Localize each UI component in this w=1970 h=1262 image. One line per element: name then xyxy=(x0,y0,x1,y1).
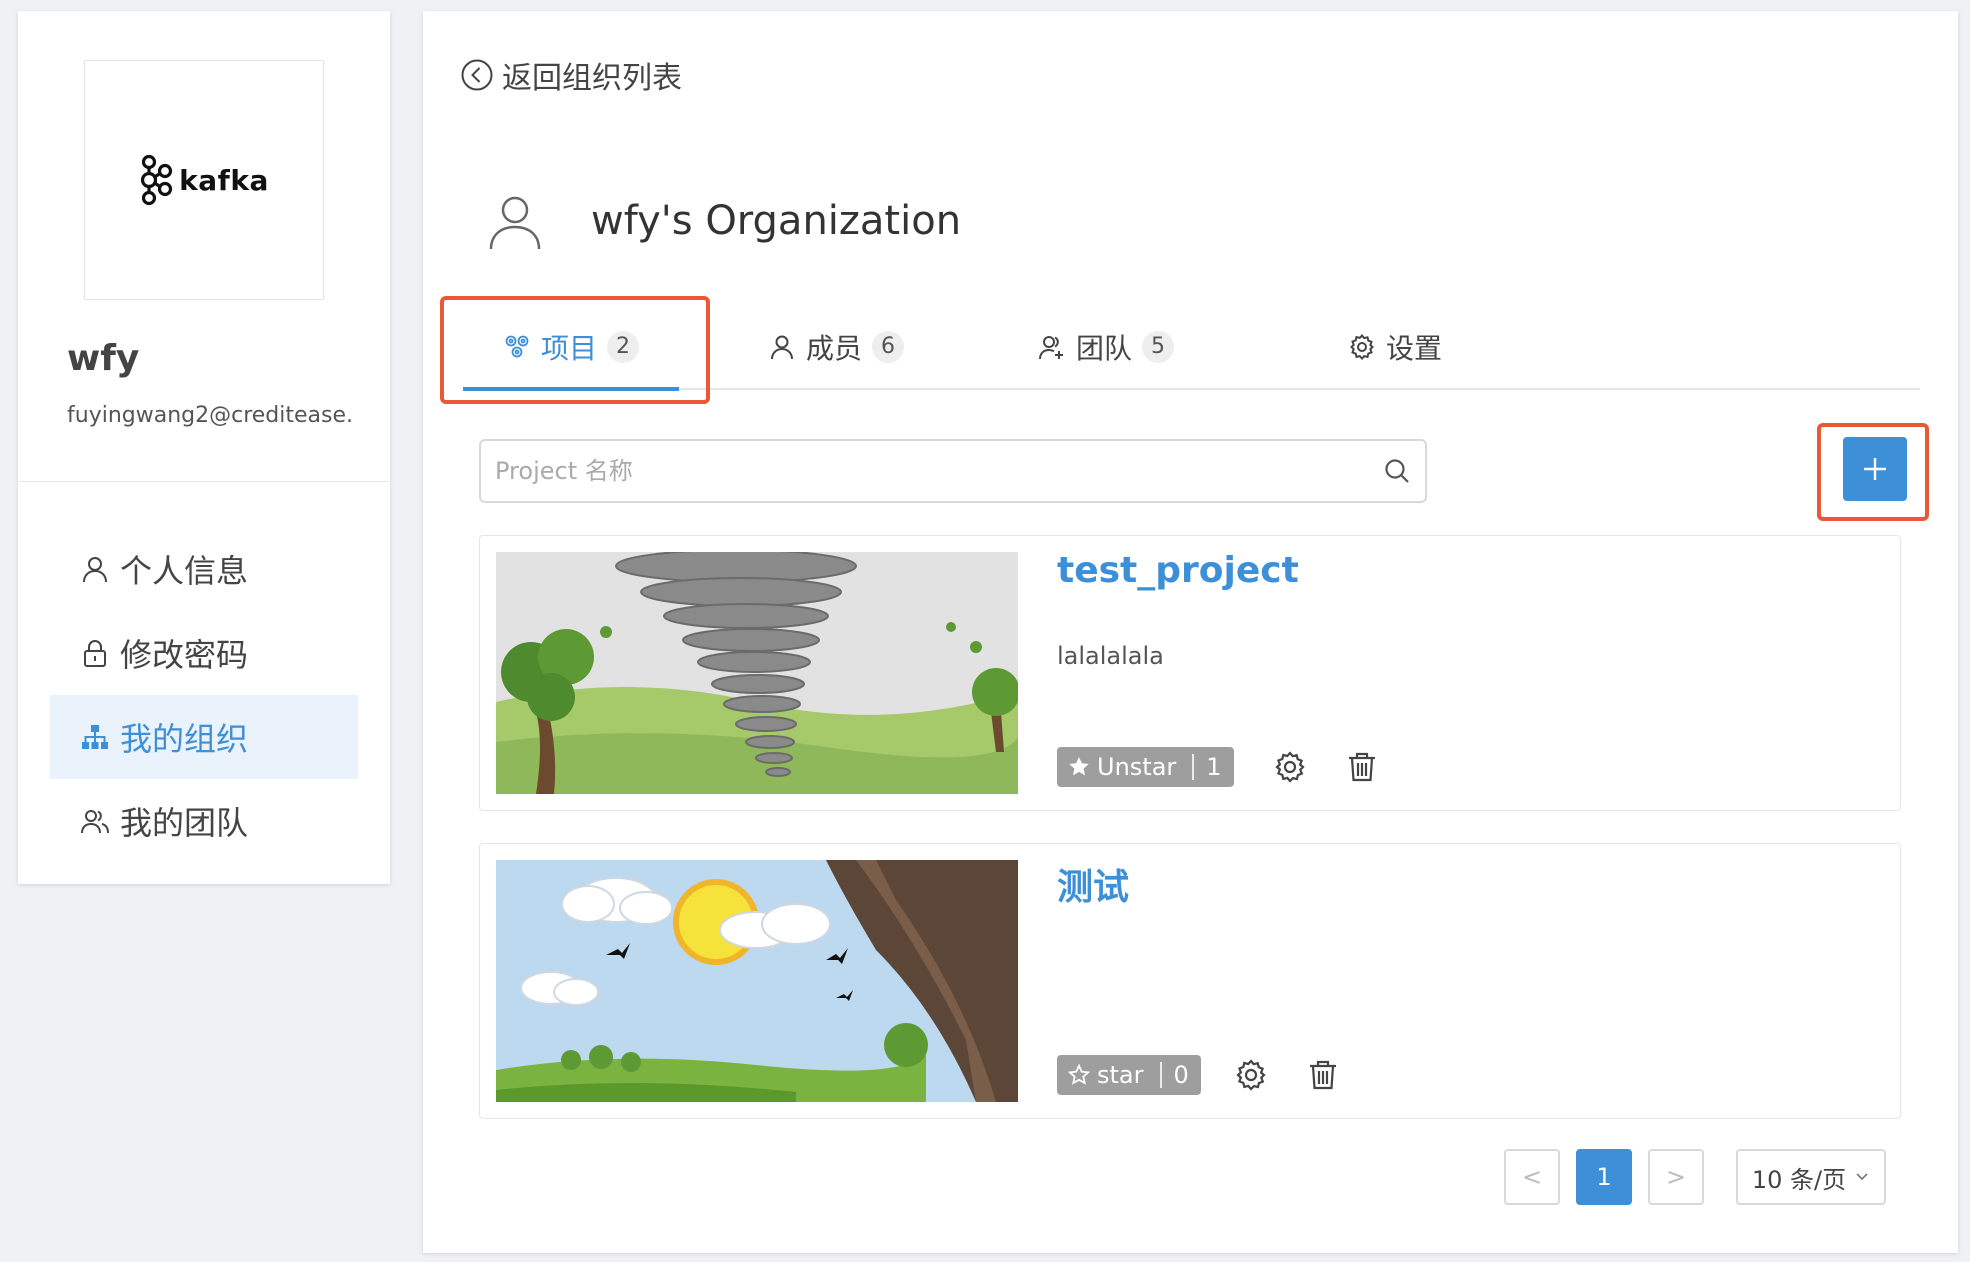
user-name: wfy xyxy=(67,338,140,379)
star-filled-icon xyxy=(1069,757,1089,776)
next-page-button[interactable]: > xyxy=(1648,1149,1704,1205)
project-actions: Unstar 1 xyxy=(1057,747,1382,787)
search-input[interactable] xyxy=(495,457,1383,485)
org-tabs: 项目 2 成员 6 团队 5 设置 xyxy=(463,306,1920,391)
page-size-select[interactable]: 10 条/页 xyxy=(1736,1149,1886,1205)
project-actions: star 0 xyxy=(1057,1055,1343,1095)
back-label: 返回组织列表 xyxy=(502,61,682,96)
user-avatar-icon xyxy=(489,196,541,250)
main-panel: 返回组织列表 wfy's Organization 项目 2 成员 6 团队 5… xyxy=(423,11,1958,1253)
sunny-landscape-illustration xyxy=(496,860,1018,1102)
project-title-link[interactable]: 测试 xyxy=(1057,858,1129,910)
active-tab-indicator xyxy=(463,387,680,391)
tab-projects[interactable]: 项目 2 xyxy=(463,306,680,391)
project-card: test_project lalalalala Unstar 1 xyxy=(479,535,1901,811)
trash-icon xyxy=(1309,1060,1336,1090)
project-thumbnail-tornado xyxy=(496,552,1018,794)
tab-settings[interactable]: 设置 xyxy=(1348,306,1442,388)
star-label: Unstar xyxy=(1097,753,1177,781)
trash-icon xyxy=(1348,752,1375,782)
project-delete-button[interactable] xyxy=(1303,1055,1343,1095)
gear-icon xyxy=(1350,333,1374,360)
star-count: 0 xyxy=(1173,1061,1189,1089)
project-search xyxy=(479,439,1427,503)
tornado-illustration xyxy=(496,552,1018,794)
nav-item-label: 我的组织 xyxy=(120,720,249,758)
star-divider xyxy=(1192,754,1195,780)
tab-members[interactable]: 成员 6 xyxy=(768,306,905,388)
tab-count-badge: 5 xyxy=(1142,331,1175,363)
star-divider xyxy=(1159,1062,1162,1088)
project-card: 测试 star 0 xyxy=(479,843,1901,1119)
logo-text: kafka xyxy=(179,163,269,197)
search-icon[interactable] xyxy=(1383,457,1411,485)
user-icon xyxy=(83,557,107,583)
project-settings-button[interactable] xyxy=(1231,1055,1271,1095)
page-1-button[interactable]: 1 xyxy=(1576,1149,1632,1205)
sidebar: kafka wfy fuyingwang2@creditease. 个人信息 修… xyxy=(18,11,390,884)
org-name: wfy's Organization xyxy=(591,198,962,244)
nav-item-label: 个人信息 xyxy=(120,552,249,590)
gear-icon xyxy=(1274,751,1305,783)
nav-item-label: 我的团队 xyxy=(120,804,249,842)
tab-teams[interactable]: 团队 5 xyxy=(1038,306,1175,388)
user-icon xyxy=(771,335,793,360)
divider xyxy=(18,481,390,482)
plus-icon xyxy=(1864,458,1886,480)
project-description: lalalalala xyxy=(1057,642,1164,670)
nav-item-my-team[interactable]: 我的团队 xyxy=(50,779,358,863)
unstar-button[interactable]: Unstar 1 xyxy=(1057,747,1234,787)
org-header: wfy's Organization xyxy=(485,191,961,251)
prev-page-button[interactable]: < xyxy=(1504,1149,1560,1205)
project-title-link[interactable]: test_project xyxy=(1057,550,1299,591)
tab-count-badge: 6 xyxy=(872,331,905,363)
team-icon xyxy=(81,810,109,834)
gear-icon xyxy=(1236,1059,1266,1091)
user-email: fuyingwang2@creditease. xyxy=(67,403,354,428)
star-label-group: star xyxy=(1057,1061,1160,1089)
nav-item-password[interactable]: 修改密码 xyxy=(50,611,358,695)
team-add-icon xyxy=(1039,336,1063,360)
star-label: star xyxy=(1097,1061,1144,1089)
tab-label: 设置 xyxy=(1386,332,1443,365)
circle-left-arrow-icon xyxy=(461,59,493,91)
kafka-logo-icon xyxy=(141,154,173,206)
nav-item-label: 修改密码 xyxy=(120,636,249,674)
star-button[interactable]: star 0 xyxy=(1057,1055,1201,1095)
page-size-label: 10 条/页 xyxy=(1751,1165,1847,1194)
project-thumbnail-sunny xyxy=(496,860,1018,1102)
project-delete-button[interactable] xyxy=(1342,747,1382,787)
project-icon xyxy=(505,335,529,358)
tab-label: 成员 xyxy=(806,332,863,365)
add-project-button[interactable] xyxy=(1843,437,1907,501)
tab-label: 项目 xyxy=(541,332,598,365)
chevron-down-icon xyxy=(1856,1173,1868,1181)
nav-item-my-org[interactable]: 我的组织 xyxy=(50,695,358,779)
star-count: 1 xyxy=(1206,753,1222,781)
tab-count-badge: 2 xyxy=(607,331,640,363)
sidebar-nav: 个人信息 修改密码 我的组织 我的团队 xyxy=(50,527,358,863)
star-outline-icon xyxy=(1067,1063,1091,1085)
project-settings-button[interactable] xyxy=(1270,747,1310,787)
org-logo: kafka xyxy=(84,60,324,300)
back-to-org-list-link[interactable]: 返回组织列表 xyxy=(460,53,682,97)
tab-label: 团队 xyxy=(1076,332,1133,365)
org-chart-icon xyxy=(82,725,108,749)
nav-item-profile[interactable]: 个人信息 xyxy=(50,527,358,611)
star-label-group: Unstar xyxy=(1057,753,1192,781)
lock-icon xyxy=(84,640,106,667)
